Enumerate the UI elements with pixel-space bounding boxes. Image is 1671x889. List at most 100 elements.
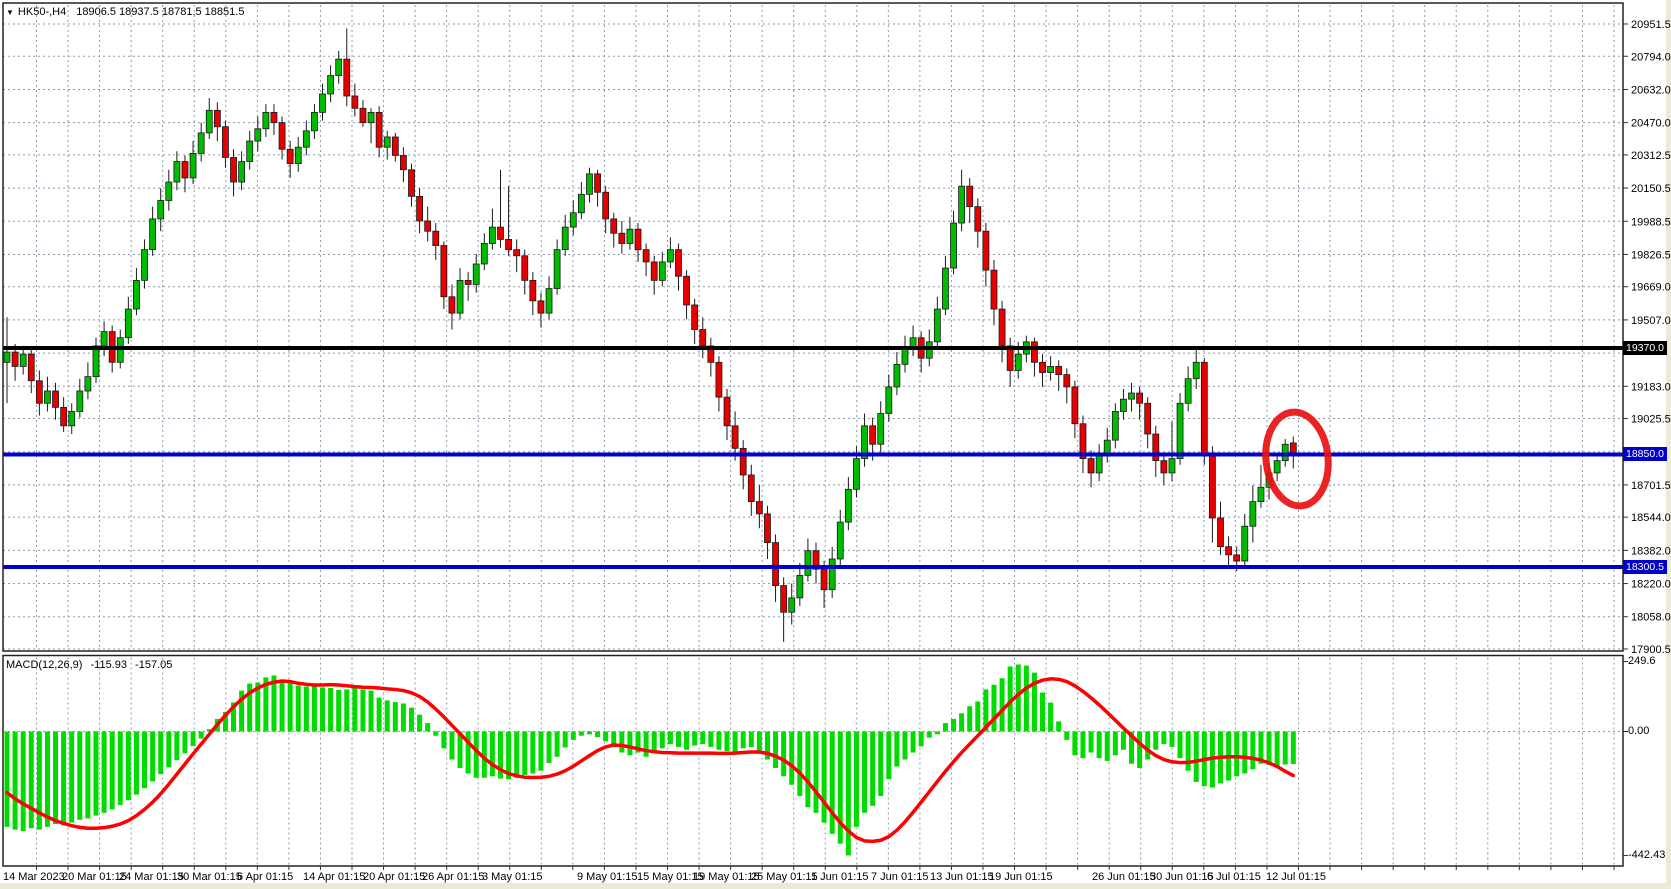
candle-body	[610, 218, 618, 234]
macd-histogram-bar	[368, 690, 374, 732]
ohlc-readout: 18906.5 18937.5 18781.5 18851.5	[76, 6, 245, 18]
macd-histogram-bar	[1056, 721, 1062, 732]
macd-histogram-bar	[886, 731, 892, 780]
candle-body	[553, 249, 561, 289]
chart-canvas[interactable]: 20951.520794.020632.020470.020312.520150…	[0, 0, 1671, 889]
macd-histogram-bar	[1242, 731, 1248, 774]
time-axis[interactable]	[3, 866, 1623, 883]
macd-histogram-bar	[1234, 731, 1240, 777]
candle-body	[545, 288, 553, 314]
candle-body	[1257, 486, 1265, 503]
macd-histogram-bar	[287, 683, 293, 732]
macd-signal-value: -157.05	[135, 659, 173, 671]
candle-body	[901, 347, 909, 365]
candle-body	[141, 249, 148, 281]
candle-body	[68, 411, 76, 427]
macd-histogram-bar	[716, 731, 722, 750]
macd-histogram-bar	[465, 731, 471, 774]
macd-histogram-bar	[1169, 731, 1175, 747]
candle-body	[92, 345, 100, 378]
candle-body	[1281, 443, 1289, 462]
macd-histogram-bar	[595, 731, 601, 738]
candle-body	[594, 173, 601, 193]
macd-histogram-bar	[651, 731, 657, 752]
candle-body	[1071, 386, 1079, 425]
candle-body	[505, 238, 512, 251]
macd-histogram-bar	[894, 731, 900, 767]
price-axis[interactable]	[1623, 3, 1667, 866]
macd-histogram-bar	[1145, 731, 1151, 760]
candle-body	[1047, 366, 1055, 373]
candle-body	[230, 157, 237, 183]
candle-body	[1014, 353, 1022, 371]
macd-histogram-bar	[449, 731, 455, 760]
candle-body	[116, 337, 124, 363]
macd-histogram-bar	[700, 731, 706, 745]
candle-body	[982, 230, 990, 271]
macd-histogram-bar	[198, 731, 204, 739]
macd-histogram-bar	[797, 731, 803, 796]
macd-histogram-bar	[813, 731, 819, 813]
macd-histogram-bar	[489, 731, 495, 777]
macd-histogram-bar	[1161, 731, 1167, 745]
macd-histogram-bar	[821, 731, 827, 823]
candle-body	[569, 212, 577, 228]
candle-body	[755, 501, 763, 515]
candle-body	[1055, 366, 1063, 376]
macd-histogram-bar	[425, 723, 431, 732]
candle-body	[1120, 398, 1127, 412]
candle-body	[205, 109, 213, 134]
macd-histogram-bar	[77, 731, 83, 820]
candle-body	[998, 308, 1006, 347]
macd-histogram-bar	[328, 688, 334, 732]
candle-body	[1103, 439, 1111, 455]
macd-histogram-bar	[360, 689, 366, 732]
candle-body	[1111, 411, 1119, 441]
macd-histogram-bar	[101, 731, 107, 813]
candle-body	[44, 390, 51, 404]
symbol-dropdown-icon[interactable]: ▼	[6, 6, 14, 19]
candle-body	[416, 195, 423, 222]
macd-histogram-bar	[384, 700, 390, 732]
candle-body	[691, 304, 699, 330]
macd-histogram-bar	[1048, 702, 1054, 732]
candle-body	[497, 226, 504, 240]
macd-histogram-bar	[93, 731, 99, 816]
candle-body	[52, 390, 59, 408]
candle-body	[529, 279, 537, 302]
macd-histogram-bar	[473, 731, 479, 778]
macd-histogram-bar	[967, 706, 973, 732]
candle-body	[262, 111, 270, 130]
macd-histogram-bar	[1274, 731, 1280, 767]
candle-body	[35, 380, 43, 404]
candle-body	[1152, 433, 1160, 462]
candle-body	[100, 331, 108, 347]
candle-body	[634, 228, 642, 251]
candle-body	[820, 568, 828, 591]
macd-histogram-bar	[951, 718, 957, 732]
candle-body	[60, 406, 68, 427]
candle-body	[173, 161, 181, 183]
macd-histogram-bar	[1112, 731, 1118, 756]
candle-body	[19, 353, 27, 367]
candle-body	[302, 130, 310, 148]
macd-indicator-label: MACD(12,26,9) -115.93 -157.05	[6, 659, 177, 672]
candle-body	[1031, 341, 1038, 363]
macd-histogram-bar	[400, 703, 406, 732]
candle-body	[958, 185, 966, 224]
candle-body	[359, 107, 367, 124]
macd-histogram-bar	[975, 701, 981, 732]
candle-body	[675, 249, 682, 277]
candle-body	[933, 308, 941, 343]
candle-body	[731, 425, 739, 449]
macd-histogram-bar	[1088, 731, 1094, 753]
candle-body	[626, 228, 634, 244]
candle-body	[1087, 458, 1095, 474]
candle-body	[869, 425, 877, 445]
macd-histogram-bar	[1153, 731, 1159, 750]
candle-body	[391, 136, 399, 156]
candle-body	[561, 226, 569, 251]
candle-body	[602, 191, 610, 220]
candle-body	[683, 275, 690, 306]
candle-body	[764, 513, 771, 543]
